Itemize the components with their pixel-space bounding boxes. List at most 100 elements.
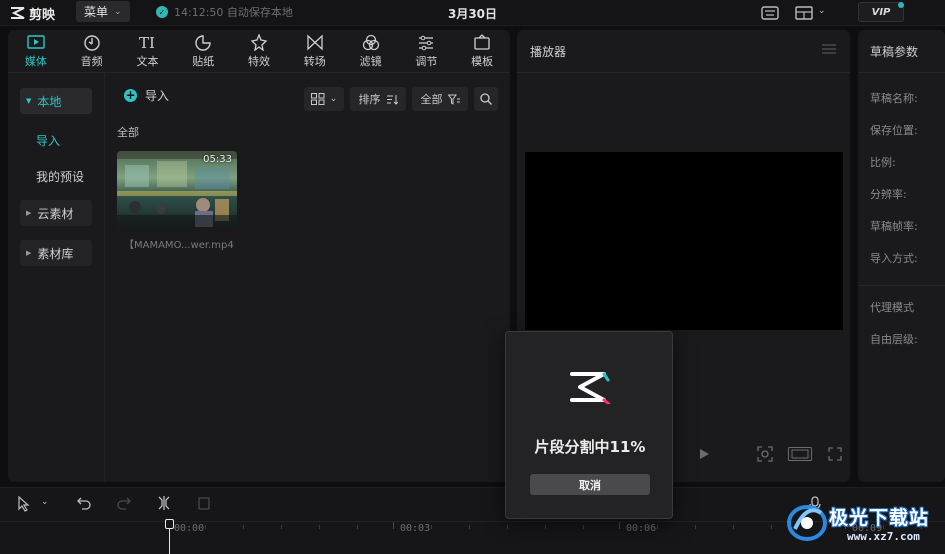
tab-label: 文本 [136, 54, 159, 68]
tab-label: 媒体 [24, 54, 47, 68]
tab-text[interactable]: TI 文本 [120, 30, 176, 72]
watermark-logo-icon [787, 505, 827, 541]
chevron-down-icon: ⌄ [114, 6, 122, 17]
menu-button[interactable]: 菜单 ⌄ [76, 1, 130, 22]
filter-button[interactable]: 全部 [412, 87, 468, 111]
layout-icon[interactable] [795, 5, 813, 21]
select-cursor-icon[interactable] [17, 496, 31, 512]
search-button[interactable] [474, 87, 498, 111]
check-icon: ✓ [156, 6, 168, 18]
tab-label: 特效 [248, 54, 271, 68]
funnel-icon [447, 94, 460, 105]
grid-icon [310, 93, 325, 105]
watermark-text: 极光下载站 [829, 507, 930, 529]
notification-dot [898, 2, 904, 8]
fullscreen-icon[interactable] [828, 447, 842, 461]
import-button[interactable]: + 导入 [124, 87, 169, 104]
param-proxy-mode: 代理模式 [870, 301, 914, 314]
audio-icon [83, 34, 100, 51]
tab-audio[interactable]: 音频 [64, 30, 120, 72]
keyboard-icon[interactable] [761, 5, 779, 21]
timecode-label: 00:06 [626, 523, 657, 534]
ruler-tick [619, 522, 620, 529]
sidebar-item-library[interactable]: ▶ 素材库 [20, 240, 92, 266]
ruler-tick [205, 525, 206, 529]
tab-label: 滤镜 [359, 54, 382, 68]
media-sidebar: ▼ 本地 导入 我的预设 ▶ 云素材 ▶ 素材库 [8, 73, 105, 482]
capcut-logo-icon [570, 372, 611, 404]
playhead-line[interactable] [169, 529, 170, 554]
autosave-status: ✓ 14:12:50 自动保存本地 [156, 4, 293, 20]
ruler-tick [393, 522, 394, 529]
ruler-tick [583, 525, 584, 529]
tab-transition[interactable]: 转场 [287, 30, 343, 72]
divider [858, 285, 945, 286]
import-label: 导入 [145, 89, 170, 103]
vip-label: VIP [871, 6, 891, 18]
ruler-tick [319, 525, 320, 529]
ruler-tick [243, 525, 244, 529]
filter-label: 全部 [420, 93, 443, 106]
ruler-tick [431, 525, 432, 529]
chevron-down-icon: ⌄ [329, 94, 338, 104]
player-title: 播放器 [530, 45, 567, 59]
app-name: 剪映 [29, 7, 56, 23]
sidebar-item-local[interactable]: ▼ 本地 [20, 88, 92, 114]
tab-sticker[interactable]: 贴纸 [175, 30, 231, 72]
ruler-tick [695, 525, 696, 529]
tab-media[interactable]: 媒体 [8, 30, 64, 72]
split-progress-dialog: 片段分割中11% 取消 [505, 331, 673, 519]
layout-chevron-icon[interactable]: ⌄ [818, 6, 826, 22]
tab-filter[interactable]: 滤镜 [343, 30, 399, 72]
ruler-tick [545, 525, 546, 529]
sort-button[interactable]: 排序 [350, 87, 406, 111]
ruler-tick [733, 525, 734, 529]
sidebar-item-cloud[interactable]: ▶ 云素材 [20, 200, 92, 226]
effects-icon [250, 33, 268, 51]
media-tabs: 媒体 音频 TI 文本 贴纸 特效 转场 滤镜 调节 模板 [8, 30, 510, 72]
ruler-tick [469, 525, 470, 529]
media-clip-thumbnail[interactable]: 05:33 [117, 151, 237, 227]
playhead-handle[interactable] [165, 519, 174, 529]
ruler-tick [507, 525, 508, 529]
sort-icon [386, 94, 398, 105]
media-icon [27, 34, 45, 49]
tab-label: 转场 [303, 54, 326, 68]
capcut-logo-icon [11, 7, 25, 19]
sticker-icon [195, 34, 211, 51]
sidebar-item-my-presets[interactable]: 我的预设 [36, 168, 84, 185]
split-icon[interactable] [157, 496, 171, 510]
tab-label: 调节 [415, 54, 438, 68]
caret-right-icon: ▶ [26, 249, 32, 257]
redo-icon[interactable] [117, 496, 131, 510]
divider [517, 72, 850, 73]
sidebar-item-import[interactable]: 导入 [36, 132, 60, 149]
fit-screen-icon[interactable] [757, 446, 773, 462]
tab-label: 模板 [471, 54, 494, 68]
timecode-label: 00:03 [400, 523, 431, 534]
filter-icon [362, 34, 379, 50]
tab-template[interactable]: 模板 [454, 30, 510, 72]
param-save-location: 保存位置: [870, 124, 918, 137]
param-frame-rate: 草稿帧率: [870, 220, 918, 233]
tab-effects[interactable]: 特效 [231, 30, 287, 72]
tab-label: 贴纸 [192, 54, 215, 68]
video-preview[interactable] [525, 152, 843, 330]
param-import-mode: 导入方式: [870, 252, 918, 265]
menu-icon[interactable] [822, 44, 836, 54]
view-mode-button[interactable]: ⌄ [304, 87, 344, 111]
tab-adjust[interactable]: 调节 [398, 30, 454, 72]
play-icon[interactable] [698, 448, 710, 460]
sidebar-item-label: 素材库 [37, 246, 74, 261]
cancel-button[interactable]: 取消 [530, 474, 650, 495]
media-panel: 媒体 音频 TI 文本 贴纸 特效 转场 滤镜 调节 模板 ▼ 本地 导入 我的… [8, 30, 510, 482]
svg-text:TI: TI [139, 34, 155, 51]
chevron-down-icon[interactable]: ⌄ [41, 497, 49, 507]
progress-text: 片段分割中11% [534, 438, 646, 456]
params-title: 草稿参数 [870, 45, 919, 59]
aspect-ratio-icon[interactable] [788, 447, 812, 461]
delete-icon[interactable] [197, 496, 211, 510]
undo-icon[interactable] [77, 496, 91, 510]
draft-params-panel: 草稿参数 草稿名称: 保存位置: 比例: 分辨率: 草稿帧率: 导入方式: 代理… [858, 30, 945, 482]
timecode-label: 00:00 [174, 523, 205, 534]
